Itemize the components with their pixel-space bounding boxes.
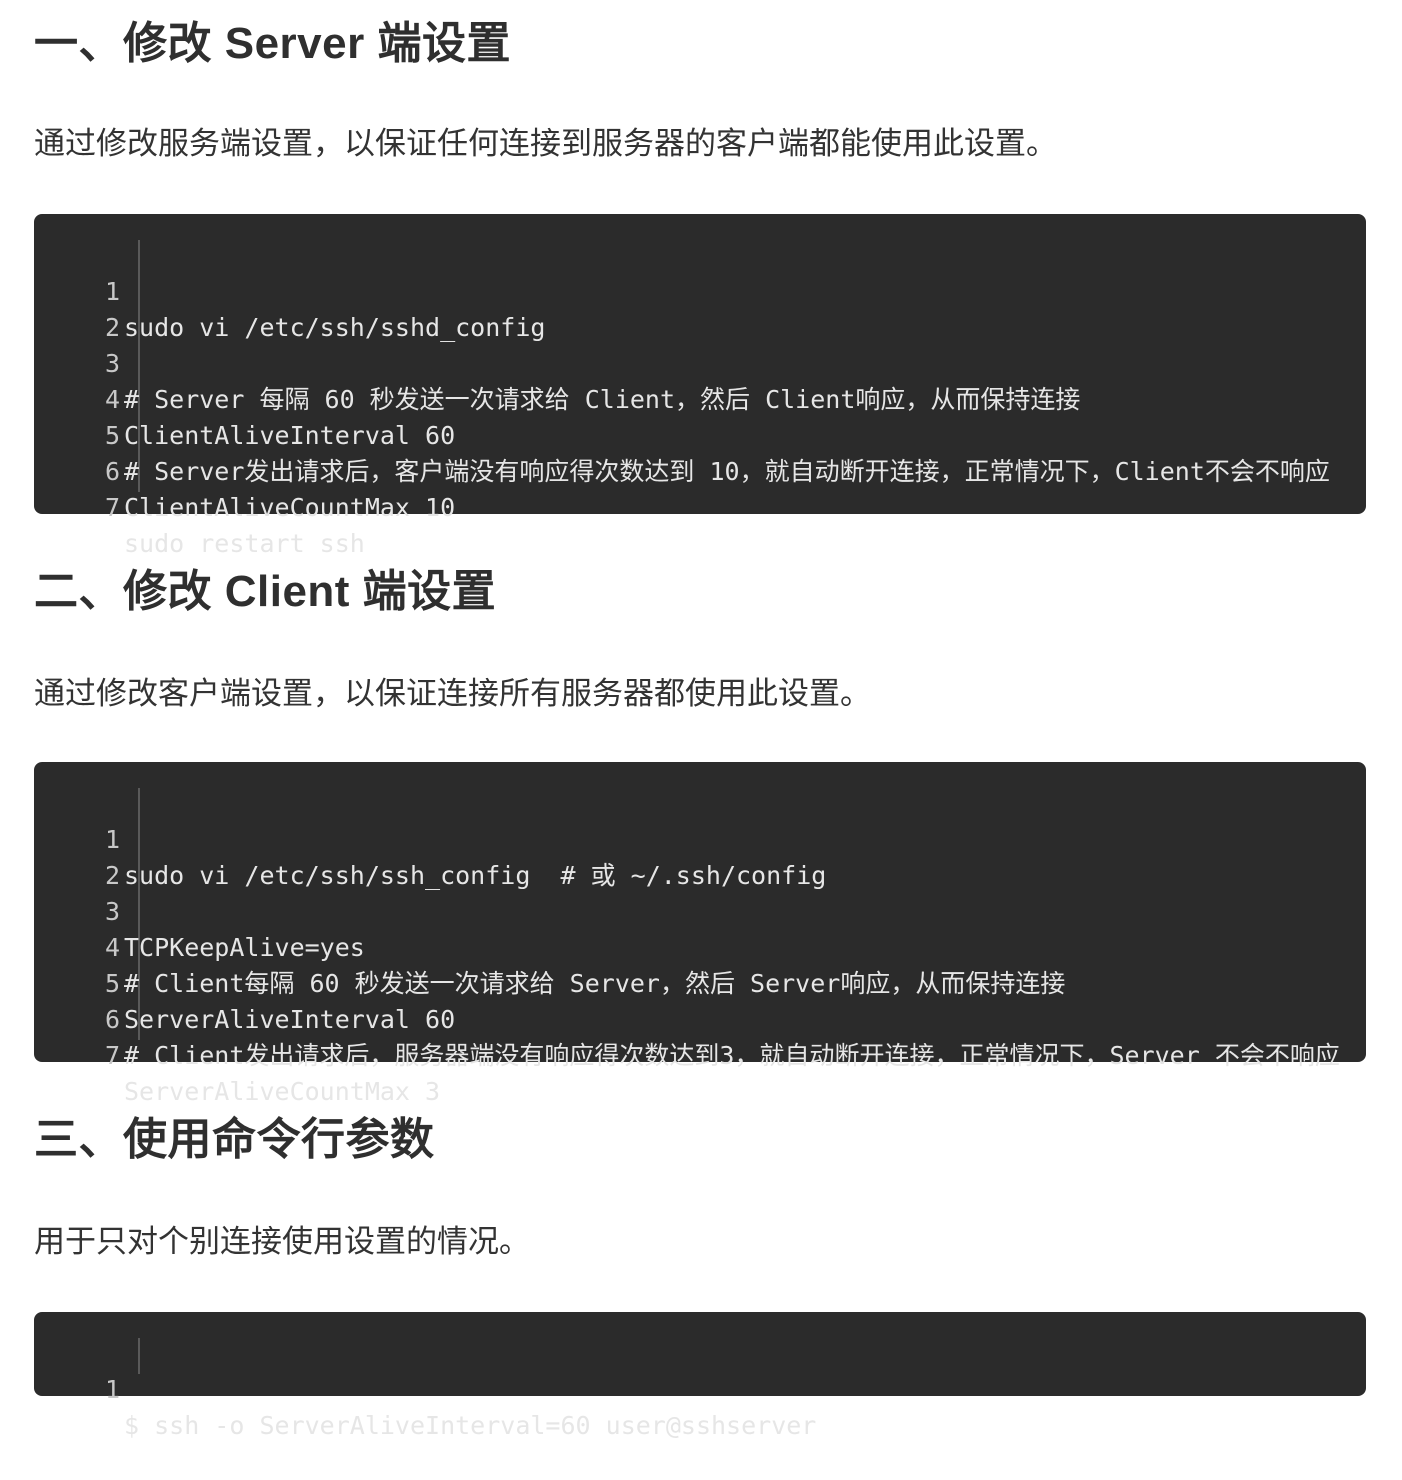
code-line: 4 ClientAliveInterval 60 (34, 346, 1366, 450)
code-text: ClientAliveCountMax 10 (124, 493, 456, 522)
code-block-1[interactable]: 1 sudo vi /etc/ssh/sshd_config 2 3 # Ser… (34, 214, 1366, 558)
section-1-heading: 一、修改 Server 端设置 (34, 19, 511, 68)
line-number: 1 (104, 1375, 120, 1404)
code-comment: # Client发出请求后，服务器端没有响应得次数达到3，就自动断开连接，正常情… (124, 1041, 1340, 1070)
line-number: 7 (104, 493, 120, 522)
section-2-heading: 二、修改 Client 端设置 (34, 567, 497, 616)
section-3-description: 用于只对个别连接使用设置的情况。 (34, 1224, 530, 1259)
code-line: 5 ServerAliveInterval 60 (34, 930, 1366, 1034)
code-block-3[interactable]: 1 $ ssh -o ServerAliveInterval=60 user@s… (34, 1312, 1366, 1440)
code-block-2[interactable]: 1 sudo vi /etc/ssh/ssh_config # 或 ~/.ssh… (34, 762, 1366, 1106)
code-line: 1 sudo vi /etc/ssh/sshd_config (34, 238, 1366, 342)
code-line: 1 sudo vi /etc/ssh/ssh_config # 或 ~/.ssh… (34, 786, 1366, 890)
line-number: 7 (104, 1041, 120, 1070)
code-text: ServerAliveCountMax 3 (124, 1077, 441, 1106)
code-line: 7 sudo restart ssh (34, 454, 1366, 558)
section-3-heading: 三、使用命令行参数 (34, 1115, 435, 1164)
code-line: 2 (34, 274, 1366, 342)
code-line: 2 (34, 822, 1366, 890)
code-line: 3 # Server 每隔 60 秒发送一次请求给 Client，然后 Clie… (34, 310, 1366, 414)
code-line: 4 # Client每隔 60 秒发送一次请求给 Server，然后 Serve… (34, 894, 1366, 998)
code-line: 6 # Client发出请求后，服务器端没有响应得次数达到3，就自动断开连接，正… (34, 966, 1366, 1070)
code-line: 6 ClientAliveCountMax 10 (34, 418, 1366, 522)
code-line: 1 $ ssh -o ServerAliveInterval=60 user@s… (34, 1336, 1366, 1440)
code-line: 3 TCPKeepAlive=yes (34, 858, 1366, 962)
section-1-description: 通过修改服务端设置，以保证任何连接到服务器的客户端都能使用此设置。 (34, 126, 1057, 161)
section-2-description: 通过修改客户端设置，以保证连接所有服务器都使用此设置。 (34, 676, 871, 711)
code-text: $ ssh -o ServerAliveInterval=60 user@ssh… (124, 1411, 817, 1440)
code-line: 5 # Server发出请求后，客户端没有响应得次数达到 10，就自动断开连接，… (34, 382, 1366, 486)
code-line: 7 ServerAliveCountMax 3 (34, 1002, 1366, 1106)
article: 一、修改 Server 端设置 通过修改服务端设置，以保证任何连接到服务器的客户… (0, 0, 1402, 1440)
code-text: sudo restart ssh (124, 529, 365, 558)
